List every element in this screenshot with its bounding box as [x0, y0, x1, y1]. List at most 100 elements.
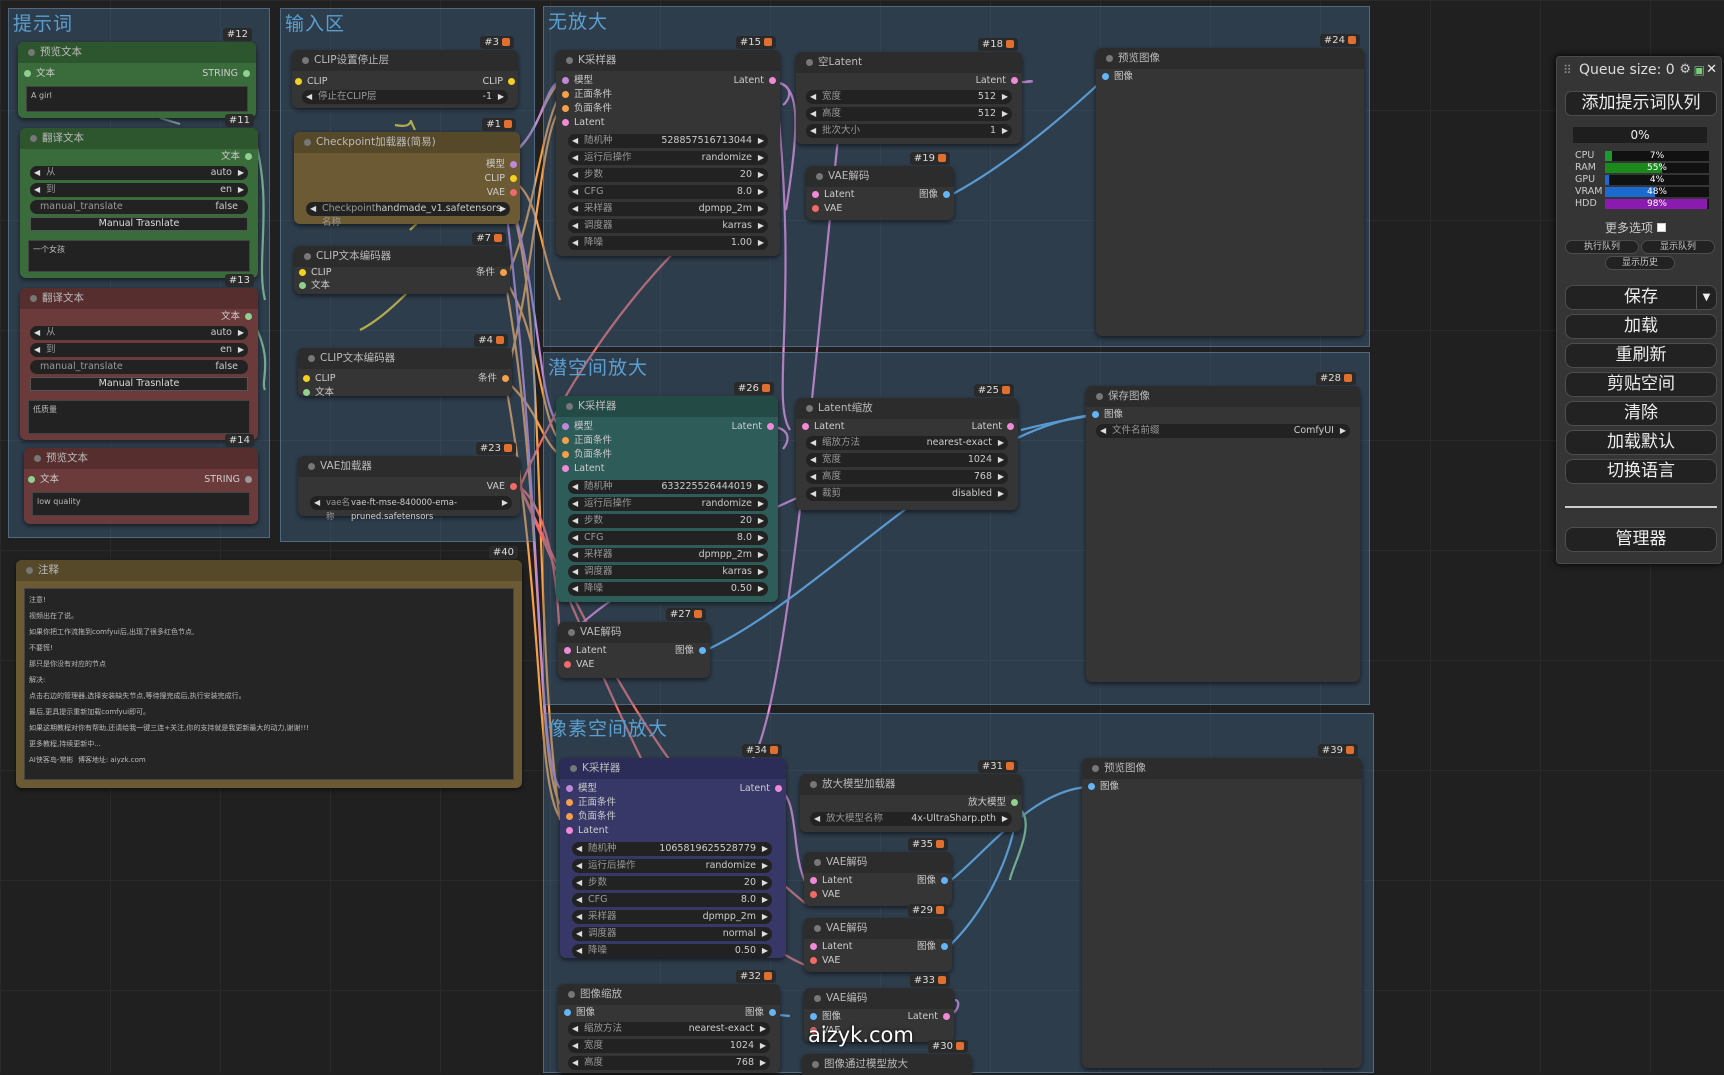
input-slot[interactable]: 模型: [562, 420, 593, 433]
node-upscale-model-loader-31[interactable]: 放大模型加载器 #31 放大模型放大模型名称 4x-UltraSharp.pth: [800, 760, 1022, 832]
node-title[interactable]: K采样器: [556, 50, 780, 71]
clear-button[interactable]: 清除: [1565, 401, 1717, 426]
widget[interactable]: 步数 20: [572, 876, 772, 890]
widget[interactable]: 宽度 1024: [568, 1039, 770, 1053]
widget-filename-prefix[interactable]: 文件名前缀 ComfyUI: [1096, 424, 1350, 438]
input-slot[interactable]: Latent: [564, 644, 606, 657]
widget[interactable]: 高度 768: [568, 1056, 770, 1070]
widget[interactable]: 运行后操作 randomize: [568, 497, 768, 511]
node-title[interactable]: 注释: [16, 560, 522, 581]
output-slot[interactable]: VAE: [487, 480, 517, 493]
node-empty-latent-18[interactable]: 空Latent #18 Latent 宽度 512 高度 512 批次大小 1: [796, 38, 1022, 144]
node-vae-loader-23[interactable]: VAE加载器 #23 VAE vae名称vae-ft-mse-840000-em…: [298, 442, 520, 522]
widget-upscale-model-name[interactable]: 放大模型名称 4x-UltraSharp.pth: [810, 812, 1012, 826]
node-title[interactable]: 放大模型加载器: [800, 774, 1022, 795]
widget-to[interactable]: 到 en: [30, 343, 248, 357]
node-preview-image-24[interactable]: 预览图像 #24 图像: [1096, 34, 1364, 336]
node-title[interactable]: K采样器: [560, 758, 786, 779]
node-save-image-28[interactable]: 保存图像 #28 图像文件名前缀 ComfyUI: [1086, 372, 1360, 682]
node-clip-text-encode-7[interactable]: CLIP文本编码器 #7 CLIP 文本 条件: [294, 232, 510, 294]
output-slot[interactable]: 文本: [221, 150, 252, 163]
node-title[interactable]: 翻译文本: [20, 288, 258, 309]
widget[interactable]: 运行后操作 randomize: [572, 859, 772, 873]
input-slot[interactable]: Latent: [562, 116, 604, 129]
node-title[interactable]: 图像缩放: [558, 984, 780, 1005]
output-slot[interactable]: Latent: [976, 74, 1018, 87]
input-slot[interactable]: 图像: [1102, 70, 1133, 83]
widget-vae-name[interactable]: vae名称vae-ft-mse-840000-ema-pruned.safete…: [310, 496, 512, 522]
widget[interactable]: CFG 8.0: [572, 893, 772, 907]
node-title[interactable]: Checkpoint加载器(简易): [294, 132, 520, 153]
widget[interactable]: 随机种 633225526444019: [568, 480, 768, 494]
input-slot[interactable]: 负面条件: [562, 102, 612, 115]
node-title[interactable]: 预览文本: [24, 448, 258, 469]
widget-manual-translate[interactable]: manual_translate false: [30, 200, 248, 214]
output-slot[interactable]: STRING: [202, 67, 250, 80]
output-slot[interactable]: Latent: [734, 74, 776, 87]
output-slot[interactable]: 文本: [221, 310, 252, 323]
image-icon[interactable]: ▣: [1694, 57, 1705, 83]
note-text-area[interactable]: 注意! 视频出在了说。 如果你把工作流拖到comfyui后,出现了很多红色节点, 不要…: [24, 588, 514, 780]
manual-translate-button[interactable]: Manual Trasnlate: [30, 217, 248, 231]
widget[interactable]: 随机种 1065819625528779: [572, 842, 772, 856]
widget[interactable]: 缩放方法 nearest-exact: [806, 436, 1008, 450]
close-icon[interactable]: ✕: [1706, 57, 1717, 83]
refresh-button[interactable]: 重刷新: [1565, 343, 1717, 368]
show-queue-button[interactable]: 显示队列: [1641, 240, 1715, 254]
widget[interactable]: 宽度 512: [806, 90, 1012, 104]
node-title[interactable]: 预览图像: [1096, 48, 1364, 69]
widget[interactable]: 降噪 0.50: [572, 944, 772, 958]
widget[interactable]: 随机种 528857516713044: [568, 134, 768, 148]
text-area[interactable]: A girl: [26, 86, 248, 112]
node-vae-decode-35[interactable]: VAE解码 #35 Latent VAE 图像: [804, 838, 952, 906]
clipspace-button[interactable]: 剪贴空间: [1565, 372, 1717, 397]
widget-manual-translate[interactable]: manual_translate false: [30, 360, 248, 374]
output-slot[interactable]: Latent: [732, 420, 774, 433]
text-area[interactable]: 低质量: [28, 400, 250, 434]
output-slot[interactable]: 图像: [917, 940, 948, 953]
output-slot[interactable]: 条件: [476, 266, 507, 279]
node-vae-decode-27[interactable]: VAE解码 #27 Latent VAE 图像: [558, 608, 710, 678]
widget-from[interactable]: 从 auto: [30, 326, 248, 340]
input-slot[interactable]: VAE: [564, 658, 594, 671]
node-title[interactable]: VAE解码: [804, 918, 952, 939]
output-slot[interactable]: 图像: [745, 1006, 776, 1019]
output-slot[interactable]: CLIP: [483, 75, 515, 88]
node-clip-text-encode-4[interactable]: CLIP文本编码器 #4 CLIP 文本 条件: [298, 334, 512, 398]
input-slot[interactable]: CLIP: [295, 75, 327, 88]
input-slot[interactable]: CLIP: [299, 266, 331, 279]
widget[interactable]: 步数 20: [568, 514, 768, 528]
node-vae-decode-29[interactable]: VAE解码 #29 Latent VAE 图像: [804, 904, 952, 972]
manager-button[interactable]: 管理器: [1565, 527, 1717, 552]
save-dropdown-icon[interactable]: ▼: [1696, 286, 1716, 309]
node-title[interactable]: CLIP文本编码器: [294, 246, 510, 267]
text-area[interactable]: 一个女孩: [28, 240, 250, 272]
node-translate-text-13[interactable]: 翻译文本 #13 文本 从 auto 到 en manual_translate fa…: [20, 274, 258, 440]
input-slot[interactable]: VAE: [812, 202, 842, 215]
node-title[interactable]: 翻译文本: [20, 128, 258, 149]
widget[interactable]: 调度器 karras: [568, 565, 768, 579]
node-preview-text-14[interactable]: 预览文本 #14 文本 STRING low quality: [24, 434, 258, 524]
widget[interactable]: 采样器 dpmpp_2m: [568, 202, 768, 216]
input-slot[interactable]: 文本: [24, 67, 55, 80]
node-vae-decode-19[interactable]: VAE解码 #19 Latent VAE 图像: [806, 152, 954, 220]
input-slot[interactable]: 正面条件: [562, 434, 612, 447]
input-slot[interactable]: 正面条件: [562, 88, 612, 101]
node-title[interactable]: 保存图像: [1086, 386, 1360, 407]
input-slot[interactable]: 模型: [566, 782, 597, 795]
node-title[interactable]: Latent缩放: [796, 398, 1018, 419]
input-slot[interactable]: 图像: [1088, 780, 1119, 793]
widget[interactable]: 高度 768: [806, 470, 1008, 484]
widget[interactable]: 调度器 normal: [572, 927, 772, 941]
output-slot[interactable]: Latent: [740, 782, 782, 795]
widget[interactable]: 采样器 dpmpp_2m: [568, 548, 768, 562]
input-slot[interactable]: Latent: [802, 420, 844, 433]
node-checkpoint-loader-1[interactable]: Checkpoint加载器(简易) #1 模型 CLIP VAE Checkpo…: [294, 118, 520, 228]
node-title[interactable]: CLIP文本编码器: [298, 348, 512, 369]
widget[interactable]: 宽度 1024: [806, 453, 1008, 467]
input-slot[interactable]: Latent: [810, 874, 852, 887]
output-slot[interactable]: 放大模型: [968, 796, 1018, 809]
input-slot[interactable]: 文本: [28, 473, 59, 486]
widget-stop-at-clip-layer[interactable]: 停止在CLIP层 -1: [302, 90, 508, 104]
output-slot[interactable]: 图像: [675, 644, 706, 657]
